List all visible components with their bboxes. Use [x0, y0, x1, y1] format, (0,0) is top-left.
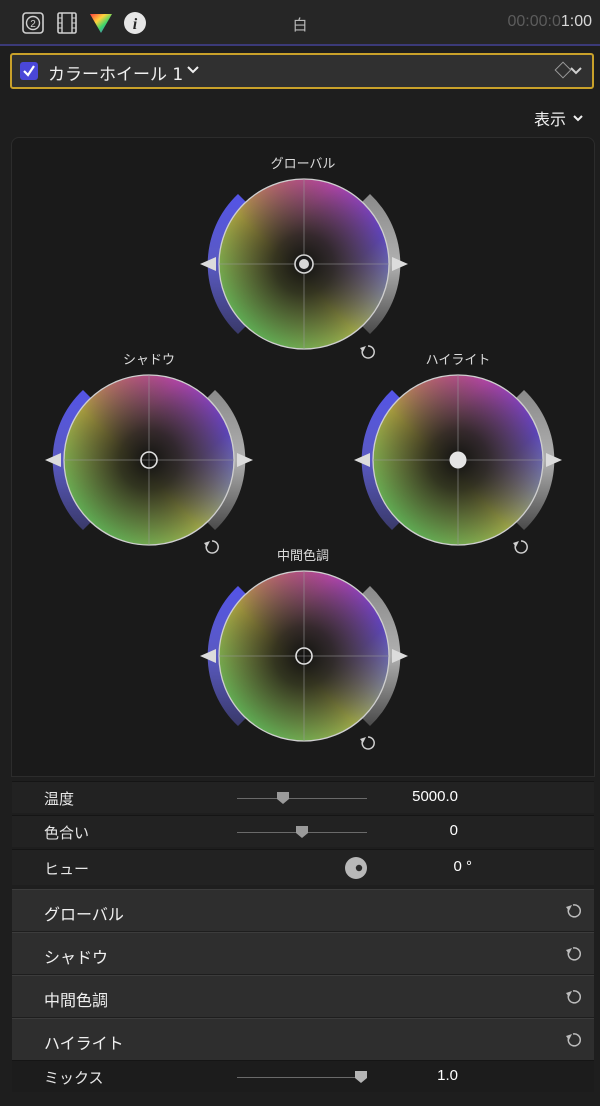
- show-menu-label: 表示: [533, 110, 566, 129]
- reset-icon[interactable]: [564, 945, 582, 963]
- section-global-label: グローバル: [44, 905, 124, 924]
- tint-label: 色合い: [44, 824, 90, 842]
- timecode: 00:00:01:00: [507, 13, 592, 31]
- timecode-dim: 00:00:0: [507, 13, 561, 30]
- wheel-midtones: [199, 570, 409, 742]
- effect-header-row[interactable]: カラーホイール 1: [10, 53, 594, 89]
- tint-row: 色合い 0: [12, 815, 594, 847]
- mix-label: ミックス: [44, 1069, 104, 1087]
- hue-value[interactable]: 0 °: [453, 858, 472, 875]
- mix-row: ミックス 1.0: [12, 1060, 594, 1092]
- tint-slider[interactable]: [237, 826, 367, 838]
- section-midtones[interactable]: 中間色調: [12, 975, 594, 1017]
- wheel-global: [199, 178, 409, 350]
- chevron-down-icon: [573, 115, 583, 122]
- section-shadows[interactable]: シャドウ: [12, 932, 594, 974]
- slider-thumb-icon: [296, 826, 308, 838]
- reset-icon: [359, 345, 375, 359]
- reset-icon: [203, 540, 219, 554]
- timecode-active: 1:00: [560, 13, 592, 30]
- reset-icon: [359, 736, 375, 750]
- section-shadows-label: シャドウ: [44, 948, 109, 967]
- wheel-highlights: [353, 374, 563, 546]
- slider-thumb-icon: [276, 792, 289, 804]
- section-midtones-label: 中間色調: [44, 991, 109, 1010]
- effect-menu-chevron-icon[interactable]: [568, 62, 584, 82]
- chevron-down-icon[interactable]: [186, 61, 200, 80]
- effect-enable-checkbox[interactable]: [20, 62, 38, 80]
- reset-icon: [512, 540, 528, 554]
- temperature-label: 温度: [44, 790, 75, 808]
- effect-name: カラーホイール 1: [48, 65, 184, 85]
- wheel-shadows: [44, 374, 254, 546]
- hue-row: ヒュー 0 °: [12, 849, 594, 885]
- mix-slider[interactable]: [237, 1071, 367, 1083]
- reset-icon[interactable]: [564, 902, 582, 920]
- tint-value[interactable]: 0: [450, 822, 458, 839]
- mix-value[interactable]: 1.0: [437, 1067, 458, 1084]
- inspector-toolbar: 2 i 白 00:00:01:00: [0, 0, 600, 46]
- show-menu-button[interactable]: 表示: [534, 106, 584, 130]
- section-global[interactable]: グローバル: [12, 889, 594, 931]
- section-highlights[interactable]: ハイライト: [12, 1018, 594, 1060]
- slider-thumb-icon: [354, 1071, 367, 1083]
- hue-label: ヒュー: [44, 860, 90, 878]
- section-highlights-label: ハイライト: [44, 1034, 124, 1053]
- color-wheels-panel: グローバル シャドウ ハイライト 中間色調: [11, 137, 595, 777]
- hue-dial-icon[interactable]: [344, 856, 368, 880]
- reset-icon[interactable]: [564, 988, 582, 1006]
- reset-icon[interactable]: [564, 1031, 582, 1049]
- temperature-value[interactable]: 5000.0: [412, 788, 458, 805]
- wheels-canvas: [44, 178, 563, 750]
- temperature-slider[interactable]: [237, 792, 367, 804]
- temperature-row: 温度 5000.0: [12, 781, 594, 813]
